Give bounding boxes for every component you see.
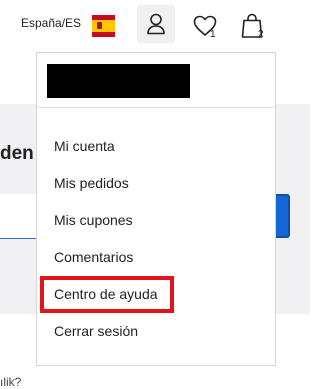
menu-item-mi-cuenta[interactable]: Mi cuenta [54, 138, 115, 154]
page-heading: den [0, 143, 34, 164]
locale-selector[interactable]: España/ES [21, 16, 81, 30]
user-icon [147, 13, 165, 35]
menu-item-mis-cupones[interactable]: Mis cupones [54, 212, 133, 228]
menu-item-centro-de-ayuda[interactable]: Centro de ayuda [54, 286, 158, 302]
cart-count: 2 [258, 29, 264, 40]
redacted-user-name [47, 64, 190, 98]
menu-divider [37, 107, 275, 108]
menu-item-comentarios[interactable]: Comentarios [54, 249, 133, 265]
spain-flag-icon[interactable] [92, 15, 115, 37]
menu-item-cerrar-sesion[interactable]: Cerrar sesión [54, 323, 138, 339]
account-dropdown-menu: Mi cuenta Mis pedidos Mis cupones Coment… [36, 52, 276, 366]
wishlist-button[interactable] [191, 12, 221, 42]
wishlist-count: 1 [210, 29, 216, 40]
page-input-field[interactable] [0, 194, 38, 239]
menu-item-mis-pedidos[interactable]: Mis pedidos [54, 175, 129, 191]
account-button[interactable] [137, 5, 175, 43]
site-header: España/ES 1 2 [0, 0, 310, 52]
